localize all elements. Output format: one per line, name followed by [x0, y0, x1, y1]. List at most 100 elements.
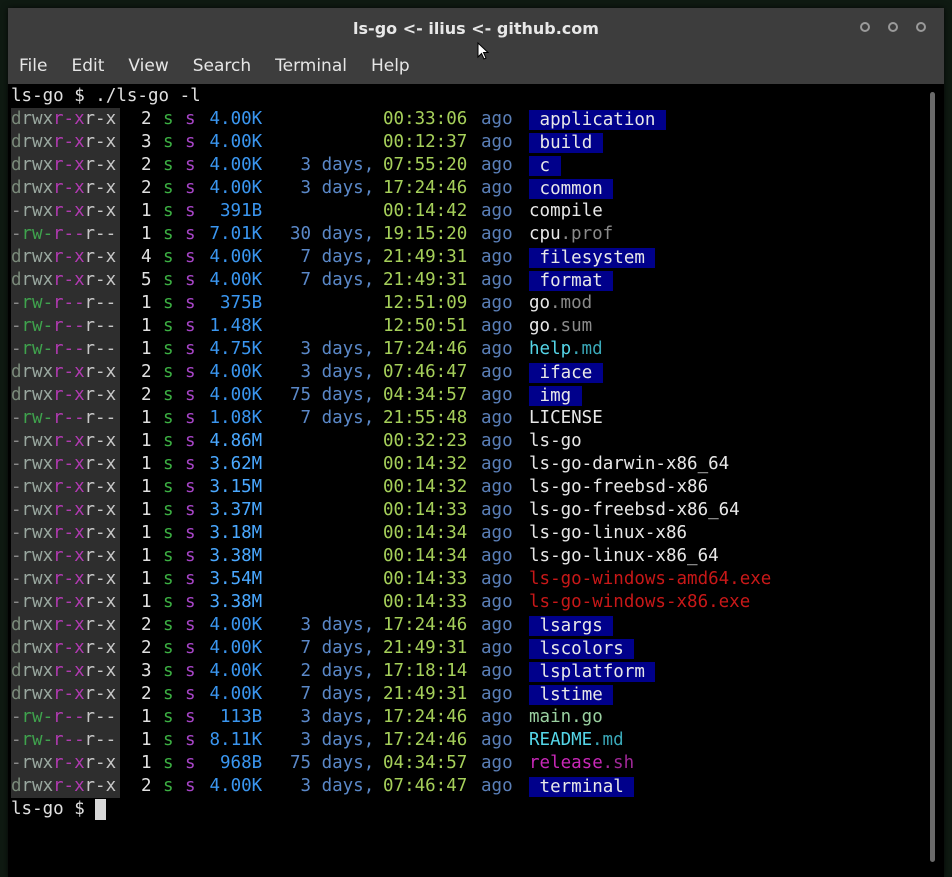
perm-other: r-x	[84, 615, 117, 635]
listing-row: - rwx r-x r-x 1 s s 391B 00:14:42 ago compile	[11, 200, 921, 223]
menu-terminal[interactable]: Terminal	[263, 56, 359, 76]
perm-user: rwx	[21, 431, 54, 451]
days-ago: 75 days,	[290, 385, 375, 405]
days-ago: 3 days,	[300, 155, 375, 175]
directory-name: build	[529, 133, 603, 153]
scrollbar[interactable]	[928, 84, 944, 877]
perm-other: r-x	[84, 477, 117, 497]
time-ago: 17:24:46	[383, 730, 468, 750]
days-ago: 7 days,	[300, 247, 375, 267]
ago-label: ago	[481, 178, 513, 198]
window-title: ls-go <- ilius <- github.com	[353, 18, 599, 38]
owner-group: s	[185, 615, 196, 635]
listing-row: - rw-r-- r-- 1 s s 113B 3 days, 17:24:46 ago main.…	[11, 706, 921, 729]
time-ago: 00:14:33	[383, 592, 468, 612]
link-count: 2	[141, 362, 152, 382]
perm-group: r--	[53, 224, 85, 244]
close-button[interactable]	[916, 22, 926, 32]
perm-type: d	[11, 270, 22, 290]
ago-label: ago	[481, 592, 513, 612]
owner-group: s	[185, 454, 196, 474]
owner-user: s	[163, 776, 174, 796]
perm-group: r-x	[53, 592, 85, 612]
perm-type: -	[11, 523, 22, 543]
title-bar[interactable]: ls-go <- ilius <- github.com	[8, 8, 944, 48]
file-size: 4.00K	[209, 615, 263, 635]
directory-label: build	[539, 133, 593, 153]
perm-user: rw-	[21, 730, 54, 750]
link-count: 2	[141, 638, 152, 658]
ago-label: ago	[481, 316, 513, 336]
ago-label: ago	[481, 615, 513, 635]
owner-user: s	[163, 661, 174, 681]
file-size: 7.01K	[209, 224, 263, 244]
perm-other: r-x	[84, 385, 117, 405]
perm-type: d	[11, 247, 22, 267]
perm-group: r-x	[53, 569, 85, 589]
time-ago: 21:49:31	[383, 684, 468, 704]
ago-label: ago	[481, 523, 513, 543]
owner-group: s	[185, 776, 196, 796]
perm-other: r-x	[84, 132, 117, 152]
scrollbar-thumb[interactable]	[930, 92, 935, 862]
perm-group: r-x	[53, 247, 85, 267]
file-size: 3.38M	[209, 546, 263, 566]
perm-group: r-x	[53, 477, 85, 497]
perm-other: r--	[84, 408, 117, 428]
link-count: 5	[141, 270, 152, 290]
prompt-text: ls-go $	[11, 799, 96, 819]
directory-name: lsplatform	[529, 662, 656, 682]
prompt-line[interactable]: ls-go $	[11, 798, 107, 821]
file-size: 3.15M	[209, 477, 263, 497]
file-name: ls-go-windows-amd64.exe	[529, 569, 772, 589]
time-ago: 00:12:37	[383, 132, 468, 152]
menu-edit[interactable]: Edit	[59, 56, 116, 76]
owner-group: s	[185, 339, 196, 359]
perm-user: rwx	[21, 661, 54, 681]
maximize-button[interactable]	[888, 22, 898, 32]
menu-file[interactable]: File	[8, 56, 59, 76]
ago-label: ago	[481, 155, 513, 175]
time-ago: 00:32:23	[383, 431, 468, 451]
perm-group: r--	[53, 730, 85, 750]
perm-group: r-x	[53, 638, 85, 658]
link-count: 1	[141, 592, 152, 612]
perm-user: rwx	[21, 615, 54, 635]
directory-label: lsplatform	[539, 662, 645, 682]
perm-group: r-x	[53, 362, 85, 382]
menu-search[interactable]: Search	[181, 56, 263, 76]
perm-other: r-x	[84, 684, 117, 704]
link-count: 2	[141, 155, 152, 175]
listing-row: - rw-r-- r-- 1 s s 4.75K 3 days, 17:24:46 ago help…	[11, 338, 921, 361]
listing-row: d rwx r-x r-x 2 s s 4.00K 7 days, 21:49:31 ago lsc…	[11, 637, 921, 660]
menu-help[interactable]: Help	[359, 56, 422, 76]
perm-group: r-x	[53, 109, 85, 129]
minimize-button[interactable]	[860, 22, 870, 32]
file-size: 4.00K	[209, 247, 263, 267]
perm-other: r-x	[84, 155, 117, 175]
link-count: 1	[141, 569, 152, 589]
time-ago: 21:49:31	[383, 270, 468, 290]
perm-group: r-x	[53, 753, 85, 773]
owner-group: s	[185, 247, 196, 267]
owner-user: s	[163, 408, 174, 428]
owner-user: s	[163, 569, 174, 589]
listing-row: d rwx r-x r-x 2 s s 4.00K 3 days, 17:24:46 ago lsa…	[11, 614, 921, 637]
owner-user: s	[163, 638, 174, 658]
link-count: 1	[141, 293, 152, 313]
listing-row: d rwx r-x r-x 2 s s 4.00K 75 days, 04:34:57 ago im…	[11, 384, 921, 407]
days-ago: 3 days,	[300, 362, 375, 382]
terminal-output[interactable]: ls-go $ ./ls-go -l d rwx r-x r-x 2 s s 4.00K 00:…	[8, 84, 928, 877]
perm-type: -	[11, 431, 22, 451]
link-count: 2	[141, 684, 152, 704]
perm-other: r-x	[84, 523, 117, 543]
link-count: 2	[141, 109, 152, 129]
menu-view[interactable]: View	[116, 56, 180, 76]
perm-group: r-x	[53, 178, 85, 198]
file-name: ls-go-linux-x86_64	[529, 546, 719, 566]
perm-other: r-x	[84, 247, 117, 267]
owner-group: s	[185, 546, 196, 566]
owner-user: s	[163, 178, 174, 198]
time-ago: 00:14:32	[383, 477, 468, 497]
perm-user: rwx	[21, 155, 54, 175]
